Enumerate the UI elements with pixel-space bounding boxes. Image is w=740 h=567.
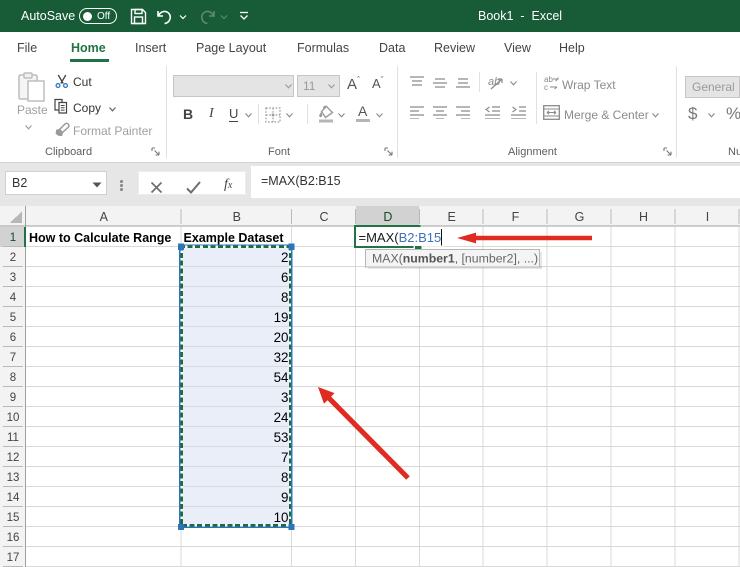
- svg-text:I: I: [706, 210, 709, 224]
- svg-text:8: 8: [10, 372, 16, 384]
- svg-text:B: B: [233, 210, 241, 224]
- svg-text:8: 8: [281, 470, 288, 485]
- svg-text:17: 17: [7, 552, 20, 564]
- svg-text:15: 15: [7, 512, 20, 524]
- svg-text:53: 53: [274, 430, 289, 445]
- svg-text:MAX(number1, [number2], ...): MAX(number1, [number2], ...): [372, 252, 538, 266]
- svg-text:E: E: [447, 210, 455, 224]
- svg-text:C: C: [319, 210, 328, 224]
- svg-text:How to Calculate Range: How to Calculate Range: [29, 231, 171, 245]
- svg-text:32: 32: [274, 350, 289, 365]
- svg-text:F: F: [512, 210, 520, 224]
- svg-text:20: 20: [274, 330, 289, 345]
- svg-text:=MAX(B2:B15: =MAX(B2:B15: [359, 230, 442, 245]
- svg-text:12: 12: [7, 452, 20, 464]
- svg-text:4: 4: [10, 292, 17, 304]
- svg-text:10: 10: [7, 412, 20, 424]
- svg-text:1: 1: [10, 232, 16, 244]
- svg-text:Example Dataset: Example Dataset: [184, 231, 285, 245]
- svg-text:19: 19: [274, 310, 289, 325]
- svg-text:3: 3: [281, 390, 288, 405]
- svg-text:14: 14: [7, 492, 20, 504]
- svg-text:2: 2: [10, 252, 16, 264]
- svg-text:13: 13: [7, 472, 20, 484]
- svg-text:7: 7: [281, 450, 288, 465]
- svg-text:H: H: [639, 210, 648, 224]
- svg-text:24: 24: [274, 410, 289, 425]
- svg-text:G: G: [575, 210, 585, 224]
- svg-text:A: A: [100, 210, 109, 224]
- svg-text:8: 8: [281, 290, 288, 305]
- svg-text:16: 16: [7, 532, 20, 544]
- svg-text:6: 6: [281, 270, 288, 285]
- svg-text:9: 9: [10, 392, 16, 404]
- svg-text:2: 2: [281, 250, 288, 265]
- svg-text:6: 6: [10, 332, 16, 344]
- svg-text:c: c: [544, 83, 548, 91]
- svg-text:9: 9: [281, 490, 288, 505]
- svg-text:10: 10: [274, 510, 289, 525]
- svg-text:3: 3: [10, 272, 16, 284]
- svg-text:5: 5: [10, 312, 16, 324]
- svg-text:7: 7: [10, 352, 16, 364]
- svg-text:D: D: [383, 210, 392, 224]
- svg-text:54: 54: [274, 370, 289, 385]
- svg-text:11: 11: [7, 432, 19, 444]
